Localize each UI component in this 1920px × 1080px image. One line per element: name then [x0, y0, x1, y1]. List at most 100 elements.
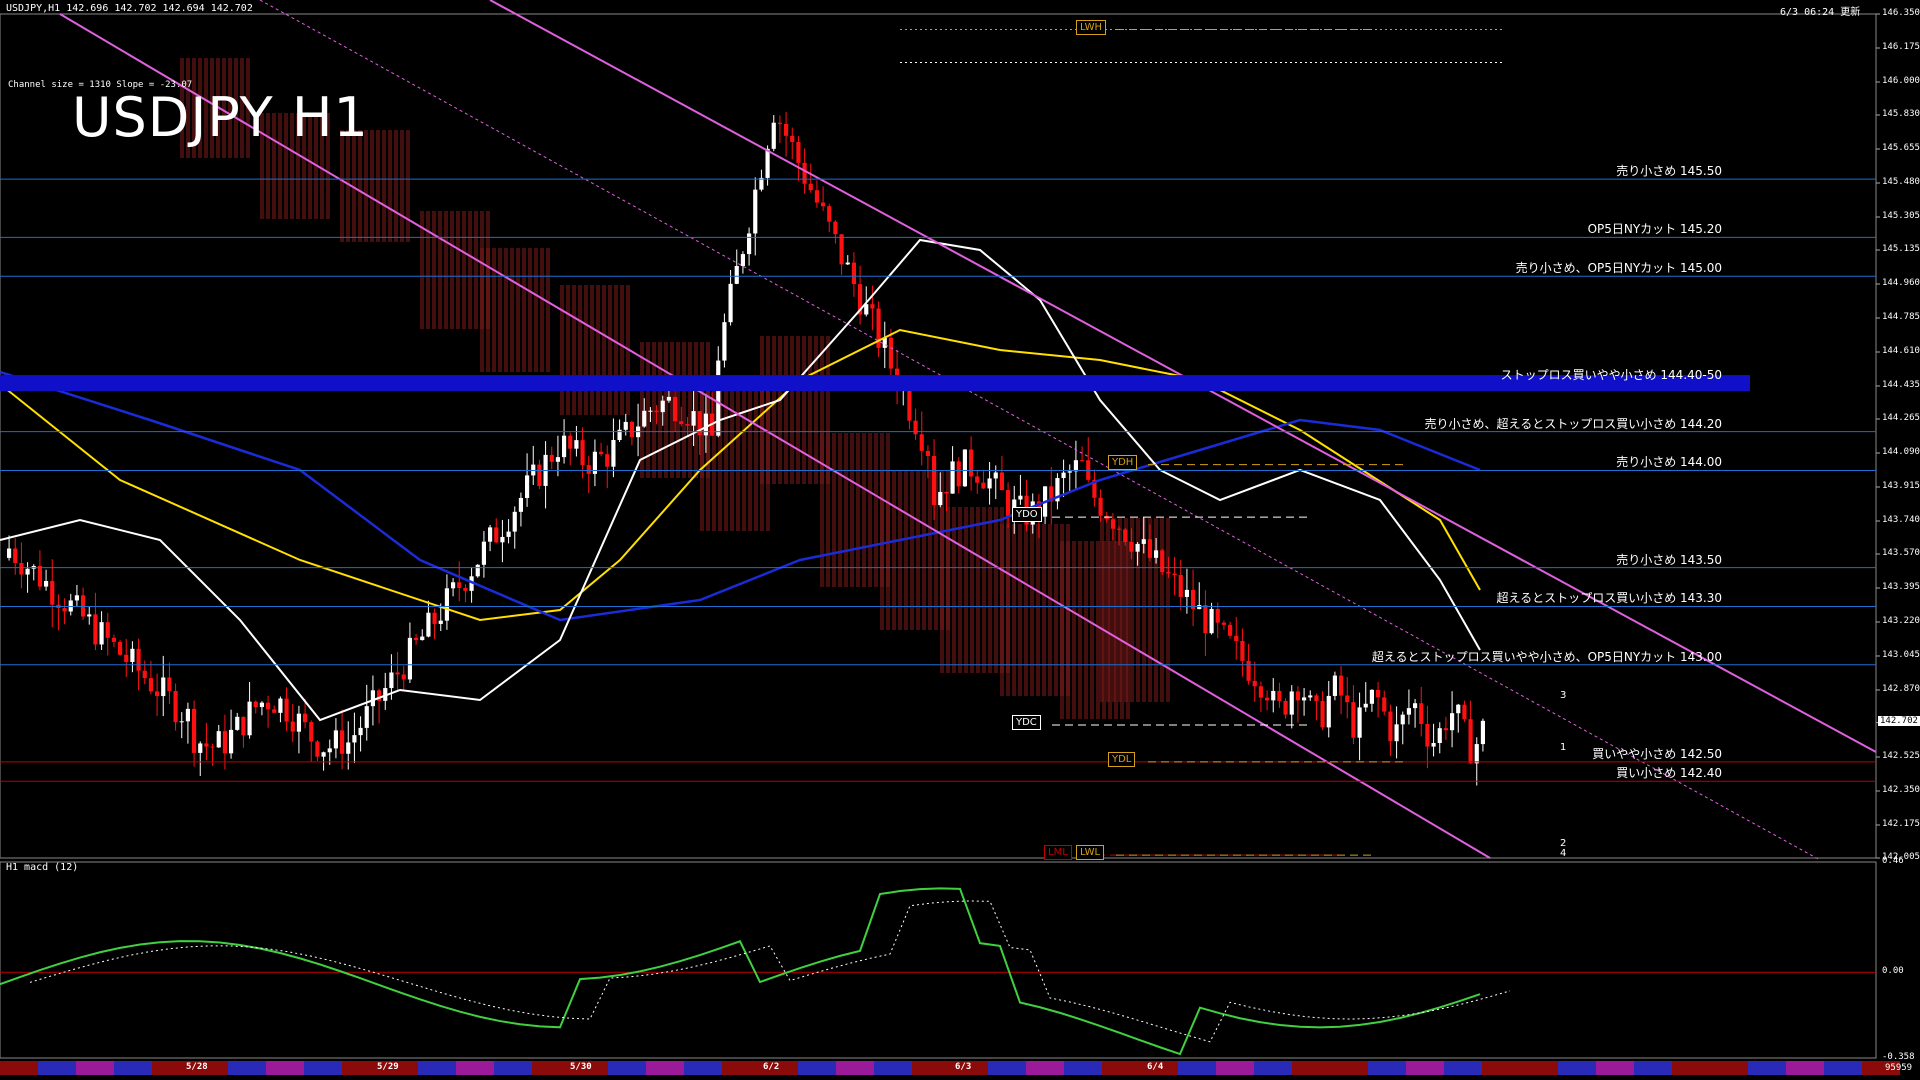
cloud-band: [1024, 524, 1028, 696]
cloud-band: [700, 389, 704, 531]
candle-body: [845, 262, 850, 265]
candle-body: [987, 478, 992, 489]
candle-body: [494, 527, 499, 543]
cloud-band: [844, 433, 848, 587]
cloud-band: [572, 285, 576, 415]
date-strip-cell: [1748, 1061, 1786, 1075]
cloud-band: [808, 336, 812, 484]
candle-body: [247, 701, 252, 736]
cloud-band: [498, 248, 502, 372]
date-strip-cell: [1102, 1061, 1140, 1075]
candle-body: [1462, 704, 1467, 720]
candle-body: [1006, 490, 1011, 516]
cloud-band: [596, 285, 600, 415]
candle-body: [50, 581, 55, 605]
candle-body: [389, 672, 394, 689]
candle-body: [1443, 728, 1448, 731]
macd-tick-label: -0.358: [1882, 1052, 1915, 1062]
candle-body: [642, 410, 647, 427]
date-strip-cell: [646, 1061, 684, 1075]
candle-body: [1166, 572, 1171, 574]
candle-body: [808, 183, 813, 191]
candle-body: [1450, 713, 1455, 731]
candle-body: [1221, 622, 1226, 625]
date-strip-cell: [1406, 1061, 1444, 1075]
candle-body: [148, 678, 153, 692]
candle-body: [1160, 550, 1165, 573]
candle-body: [235, 716, 240, 730]
cloud-band: [1018, 524, 1022, 696]
cloud-band: [516, 248, 520, 372]
projection-label: 4: [1560, 848, 1567, 859]
level-label: 買い小さめ 142.40: [1616, 766, 1722, 781]
cloud-band: [540, 248, 544, 372]
candle-body: [1178, 574, 1183, 597]
cloud-band: [1166, 518, 1170, 702]
price-tick-label: 142.175: [1882, 818, 1920, 829]
candle-body: [358, 727, 363, 736]
candle-body: [1345, 695, 1350, 703]
candle-body: [457, 582, 462, 588]
cloud-band: [608, 285, 612, 415]
cloud-band: [994, 507, 998, 673]
price-tick-label: 144.610: [1882, 345, 1920, 356]
candle-body: [629, 421, 634, 438]
cloud-band: [1000, 524, 1004, 696]
cloud-band: [370, 130, 374, 242]
cloud-band: [688, 342, 692, 478]
candle-body: [1363, 703, 1368, 708]
candle-body: [685, 424, 690, 426]
price-tick-label: 145.305: [1882, 210, 1920, 221]
projection-label: 3: [1560, 690, 1567, 701]
candle-body: [790, 135, 795, 143]
cloud-band: [760, 336, 764, 484]
candle-body: [327, 748, 332, 753]
candle-body: [1080, 460, 1085, 462]
marker-ydh: YDH: [1108, 454, 1138, 470]
marker-lwh: LWH: [1076, 19, 1107, 35]
candle-body: [679, 421, 684, 425]
cloud-band: [1124, 518, 1128, 702]
candle-body: [1314, 695, 1319, 702]
candle-body: [784, 123, 789, 136]
candle-body: [586, 465, 591, 474]
candle-body: [272, 709, 277, 713]
candle-body: [1252, 680, 1257, 687]
cloud-band: [958, 507, 962, 673]
cloud-band: [652, 342, 656, 478]
candle-body: [1320, 701, 1325, 728]
price-tick-label: 145.480: [1882, 176, 1920, 187]
candle-body: [1073, 460, 1078, 472]
candle-body: [463, 587, 468, 591]
cloud-band: [826, 433, 830, 587]
price-tick-label: 144.090: [1882, 446, 1920, 457]
date-strip-cell: [1672, 1061, 1710, 1075]
candle-body: [975, 476, 980, 483]
cloud-band: [832, 433, 836, 587]
candle-body: [740, 254, 745, 266]
date-strip-cell: [418, 1061, 456, 1075]
level-band: [0, 375, 1750, 392]
date-strip-cell: [1710, 1061, 1748, 1075]
candle-body: [962, 449, 967, 487]
candle-body: [919, 434, 924, 451]
cloud-band: [970, 507, 974, 673]
candle-body: [549, 454, 554, 462]
candle-body: [173, 691, 178, 723]
candle-body: [1129, 541, 1134, 552]
candle-body: [1135, 543, 1140, 552]
candle-body: [1154, 550, 1159, 558]
candle-body: [253, 701, 258, 708]
cloud-band: [566, 285, 570, 415]
candle-body: [136, 648, 141, 671]
cloud-band: [1106, 518, 1110, 702]
candle-body: [654, 410, 659, 413]
candle-body: [25, 568, 30, 575]
cloud-band: [620, 285, 624, 415]
date-strip-cell: [1520, 1061, 1558, 1075]
candle-body: [315, 741, 320, 757]
candle-body: [451, 582, 456, 589]
candle-body: [1215, 608, 1220, 623]
date-strip-cell: [684, 1061, 722, 1075]
cloud-band: [1042, 524, 1046, 696]
